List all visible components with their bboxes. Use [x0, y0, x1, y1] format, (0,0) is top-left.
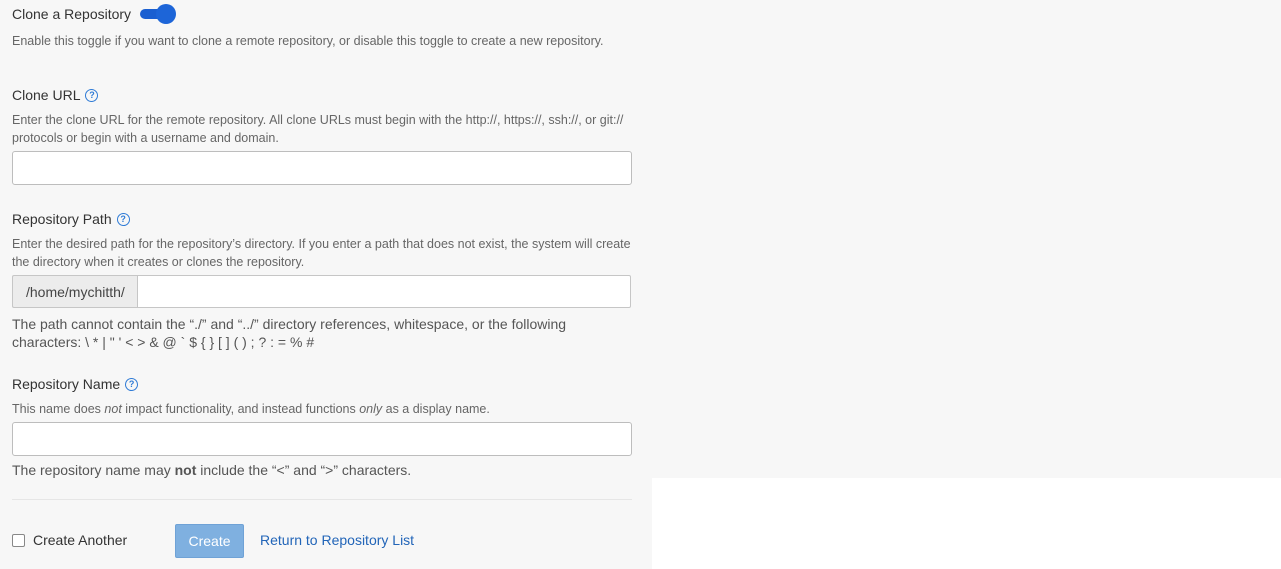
repository-name-help: This name does not impact functionality,… — [12, 402, 490, 416]
divider — [12, 499, 632, 500]
help-question-icon[interactable]: ? — [116, 212, 130, 226]
repository-path-input[interactable] — [136, 275, 631, 308]
clone-url-label: Clone URL — [12, 87, 81, 103]
create-button[interactable]: Create — [175, 524, 244, 558]
emphasis-only: only — [359, 402, 383, 416]
repository-path-note: The path cannot contain the “./” and “..… — [12, 316, 567, 350]
repository-path-prefix: /home/mychitth/ — [12, 275, 137, 308]
toggle-knob — [156, 4, 177, 24]
create-another-checkbox[interactable] — [12, 533, 25, 547]
clone-repository-toggle[interactable] — [140, 4, 177, 24]
repository-path-help: Enter the desired path for the repositor… — [12, 237, 631, 269]
bold-not: not — [174, 462, 197, 478]
blank-area — [652, 478, 1281, 569]
clone-repository-label: Clone a Repository — [12, 6, 132, 22]
create-another-row[interactable]: Create Another — [12, 532, 127, 548]
repository-path-label: Repository Path — [12, 211, 112, 227]
emphasis-not: not — [104, 402, 122, 416]
help-question-icon[interactable]: ? — [125, 377, 139, 391]
repository-path-label-row: Repository Path ? — [12, 211, 130, 227]
repository-path-group: /home/mychitth/ — [12, 275, 631, 308]
repository-name-note: The repository name may not include the … — [12, 462, 412, 478]
create-repository-page: Clone a Repository Enable this toggle if… — [0, 0, 1281, 569]
repository-name-input[interactable] — [12, 422, 632, 456]
clone-repository-help: Enable this toggle if you want to clone … — [12, 34, 604, 48]
repository-name-label-row: Repository Name ? — [12, 376, 139, 392]
clone-url-input[interactable] — [12, 151, 632, 185]
clone-url-help: Enter the clone URL for the remote repos… — [12, 113, 624, 145]
clone-repository-row: Clone a Repository — [12, 4, 177, 24]
clone-url-label-row: Clone URL ? — [12, 87, 99, 103]
return-to-repository-list-link[interactable]: Return to Repository List — [260, 532, 414, 548]
repository-name-label: Repository Name — [12, 376, 121, 392]
help-question-icon[interactable]: ? — [85, 88, 99, 102]
create-another-label[interactable]: Create Another — [33, 532, 127, 548]
